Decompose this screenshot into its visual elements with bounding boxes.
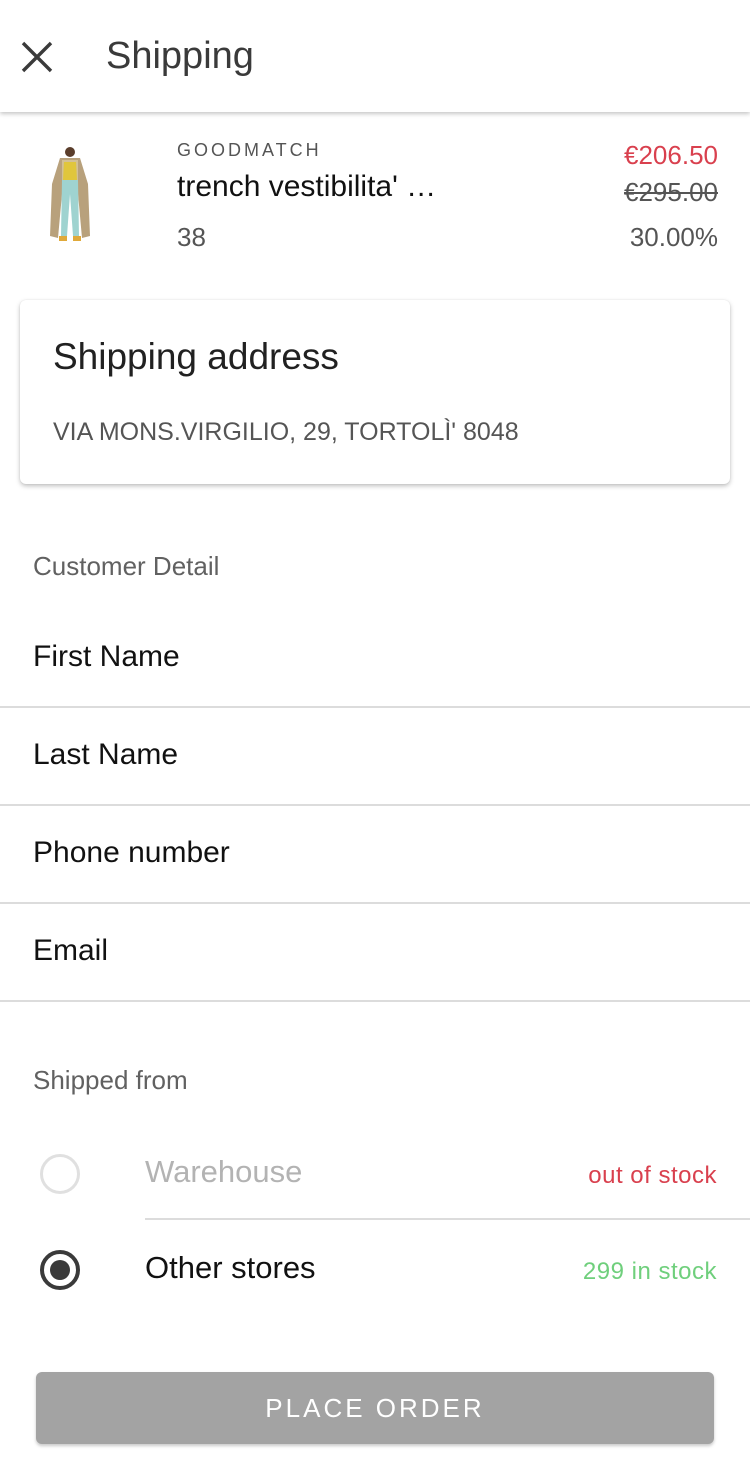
discount-percent: 30.00%: [629, 222, 718, 252]
first-name-label: First Name: [33, 640, 180, 673]
last-name-field[interactable]: Last Name: [0, 708, 750, 806]
place-order-button[interactable]: PLACE ORDER: [36, 1372, 714, 1444]
first-name-field[interactable]: First Name: [0, 610, 750, 708]
app-bar: Shipping: [0, 0, 750, 112]
email-label: Email: [33, 934, 109, 967]
other-stores-stock-status: 299 in stock: [582, 1258, 717, 1285]
warehouse-label: Warehouse: [145, 1154, 303, 1189]
phone-number-field[interactable]: Phone number: [0, 806, 750, 904]
product-brand: GOODMATCH: [177, 140, 322, 160]
page-title: Shipping: [106, 35, 254, 77]
customer-detail-label: Customer Detail: [33, 551, 220, 581]
option-divider: [145, 1218, 750, 1220]
product-name: trench vestibilita' …: [177, 170, 437, 203]
close-button[interactable]: [13, 33, 61, 81]
product-summary: GOODMATCH trench vestibilita' … 38 €206.…: [0, 112, 750, 282]
sale-price: €206.50: [624, 140, 718, 170]
close-icon: [21, 41, 53, 73]
shipped-from-label: Shipped from: [33, 1065, 188, 1095]
original-price: €295.00: [624, 177, 718, 207]
other-stores-option[interactable]: Other stores 299 in stock: [0, 1222, 750, 1318]
other-stores-label: Other stores: [145, 1250, 316, 1285]
shipping-address-card[interactable]: Shipping address VIA MONS.VIRGILIO, 29, …: [20, 300, 730, 484]
radio-selected-dot: [50, 1260, 70, 1280]
phone-number-label: Phone number: [33, 836, 230, 869]
last-name-label: Last Name: [33, 738, 179, 771]
warehouse-option[interactable]: Warehouse out of stock: [0, 1126, 750, 1222]
warehouse-stock-status: out of stock: [588, 1162, 717, 1189]
warehouse-radio[interactable]: [40, 1154, 80, 1194]
shipping-address-title: Shipping address: [53, 336, 339, 377]
product-image: [50, 147, 90, 241]
other-stores-radio[interactable]: [40, 1250, 80, 1290]
product-size: 38: [177, 222, 206, 252]
shipping-address-text: VIA MONS.VIRGILIO, 29, TORTOLÌ' 8048: [53, 418, 519, 446]
email-field[interactable]: Email: [0, 904, 750, 1002]
